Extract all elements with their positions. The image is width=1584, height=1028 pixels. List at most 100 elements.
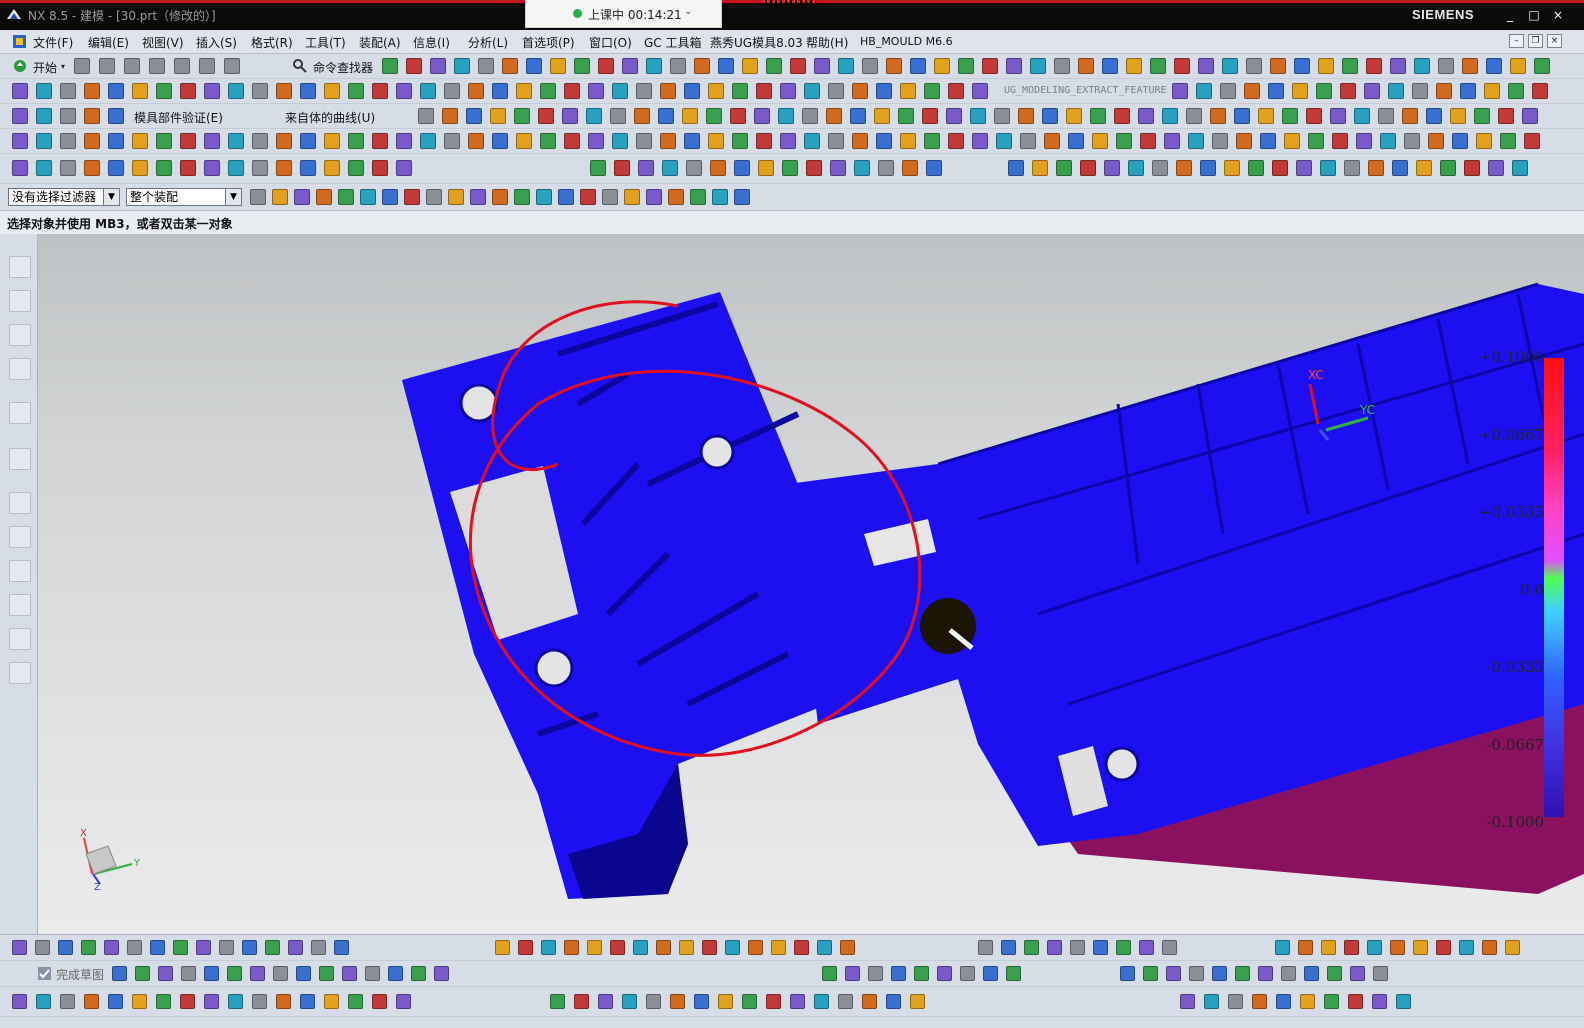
toolbar-icon-button[interactable] (756, 83, 772, 99)
toolbar-icon-button[interactable] (404, 189, 420, 205)
toolbar-icon-button[interactable] (1282, 108, 1298, 124)
toolbar-icon-button[interactable] (854, 160, 870, 176)
toolbar-icon-button[interactable] (804, 133, 820, 149)
toolbar-icon-button[interactable] (1318, 58, 1334, 74)
toolbar-icon-button[interactable] (725, 940, 740, 955)
toolbar-icon-button[interactable] (180, 994, 195, 1009)
toolbar-icon-button[interactable] (156, 160, 172, 176)
toolbar-icon-button[interactable] (1367, 940, 1382, 955)
resource-tab-icon[interactable] (9, 628, 31, 650)
toolbar-icon-button[interactable] (1296, 160, 1312, 176)
toolbar-icon-button[interactable] (492, 83, 508, 99)
toolbar-icon-button[interactable] (826, 108, 842, 124)
toolbar-icon-button[interactable] (712, 189, 728, 205)
toolbar-icon-button[interactable] (1018, 108, 1034, 124)
toolbar-icon-button[interactable] (1186, 108, 1202, 124)
toolbar-icon-button[interactable] (252, 994, 267, 1009)
toolbar-icon-button[interactable] (1152, 160, 1168, 176)
toolbar-icon-button[interactable] (1044, 133, 1060, 149)
toolbar-icon-button[interactable] (1366, 58, 1382, 74)
toolbar-icon-button[interactable] (273, 966, 288, 981)
toolbar-icon-button[interactable] (766, 58, 782, 74)
resource-tab-icon[interactable] (9, 526, 31, 548)
toolbar-icon-button[interactable] (1344, 940, 1359, 955)
toolbar-icon-button[interactable] (492, 133, 508, 149)
toolbar-icon-button[interactable] (562, 108, 578, 124)
toolbar-icon-button[interactable] (1414, 58, 1430, 74)
toolbar-icon-button[interactable] (1450, 108, 1466, 124)
toolbar-icon-button[interactable] (828, 133, 844, 149)
toolbar-icon-button[interactable] (35, 940, 50, 955)
toolbar-icon-button[interactable] (636, 83, 652, 99)
toolbar-icon-button[interactable] (1364, 83, 1380, 99)
toolbar-icon-button[interactable] (108, 994, 123, 1009)
toolbar-icon-button[interactable] (922, 108, 938, 124)
toolbar-icon-button[interactable] (840, 940, 855, 955)
toolbar-icon-button[interactable] (702, 940, 717, 955)
toolbar-icon-button[interactable] (1143, 966, 1158, 981)
toolbar-icon-button[interactable] (1373, 966, 1388, 981)
toolbar-icon-button[interactable] (1116, 940, 1131, 955)
menu-insert[interactable]: 插入(S) (196, 34, 237, 51)
toolbar-icon-button[interactable] (514, 108, 530, 124)
toolbar-icon-button[interactable] (1030, 58, 1046, 74)
toolbar-icon-button[interactable] (646, 994, 661, 1009)
toolbar-icon-button[interactable] (348, 160, 364, 176)
toolbar-icon-button[interactable] (983, 966, 998, 981)
toolbar-icon-button[interactable] (1166, 966, 1181, 981)
toolbar-icon-button[interactable] (60, 108, 76, 124)
toolbar-icon-button[interactable] (558, 189, 574, 205)
toolbar-icon-button[interactable] (850, 108, 866, 124)
toolbar-icon-button[interactable] (708, 83, 724, 99)
toolbar-icon-button[interactable] (686, 160, 702, 176)
toolbar-icon-button[interactable] (876, 83, 892, 99)
toolbar-icon-button[interactable] (886, 58, 902, 74)
toolbar-icon-button[interactable] (1522, 108, 1538, 124)
toolbar-icon-button[interactable] (334, 940, 349, 955)
toolbar-icon-button[interactable] (1176, 160, 1192, 176)
toolbar-icon-button[interactable] (1524, 133, 1540, 149)
toolbar-icon-button[interactable] (1488, 160, 1504, 176)
toolbar-icon-button[interactable] (1332, 133, 1348, 149)
toolbar-icon-button[interactable] (1210, 108, 1226, 124)
toolbar-icon-button[interactable] (180, 133, 196, 149)
toolbar-icon-button[interactable] (490, 108, 506, 124)
toolbar-icon-button[interactable] (1356, 133, 1372, 149)
toolbar-icon-button[interactable] (58, 940, 73, 955)
toolbar-icon-button[interactable] (228, 133, 244, 149)
toolbar-icon-button[interactable] (1006, 58, 1022, 74)
menu-tools[interactable]: 工具(T) (305, 34, 346, 51)
toolbar-icon-button[interactable] (1276, 994, 1291, 1009)
toolbar-icon-button[interactable] (104, 940, 119, 955)
toolbar-icon-button[interactable] (60, 994, 75, 1009)
toolbar-icon-button[interactable] (36, 133, 52, 149)
toolbar-icon-button[interactable] (1308, 133, 1324, 149)
toolbar-icon-button[interactable] (958, 58, 974, 74)
toolbar-icon-button[interactable] (228, 83, 244, 99)
toolbar-icon-button[interactable] (468, 133, 484, 149)
toolbar-icon-button[interactable] (874, 108, 890, 124)
toolbar-icon-button[interactable] (156, 133, 172, 149)
toolbar-icon-button[interactable] (426, 189, 442, 205)
toolbar-icon-button[interactable] (588, 83, 604, 99)
toolbar-icon-button[interactable] (360, 189, 376, 205)
toolbar-icon-button[interactable] (1114, 108, 1130, 124)
toolbar-icon-button[interactable] (228, 160, 244, 176)
toolbar-icon-button[interactable] (74, 58, 90, 74)
toolbar-icon-button[interactable] (937, 966, 952, 981)
toolbar-icon-button[interactable] (656, 940, 671, 955)
toolbar-icon-button[interactable] (538, 108, 554, 124)
toolbar-icon-button[interactable] (1204, 994, 1219, 1009)
toolbar-icon-button[interactable] (60, 133, 76, 149)
toolbar-icon-button[interactable] (204, 133, 220, 149)
toolbar-icon-button[interactable] (706, 108, 722, 124)
toolbar-icon-button[interactable] (1500, 133, 1516, 149)
toolbar-icon-button[interactable] (196, 940, 211, 955)
toolbar-icon-button[interactable] (602, 189, 618, 205)
toolbar-icon-button[interactable] (900, 83, 916, 99)
toolbar-icon-button[interactable] (742, 58, 758, 74)
menu-file[interactable]: 文件(F) (33, 34, 73, 51)
toolbar-icon-button[interactable] (108, 83, 124, 99)
toolbar-icon-button[interactable] (372, 994, 387, 1009)
toolbar-icon-button[interactable] (12, 108, 28, 124)
